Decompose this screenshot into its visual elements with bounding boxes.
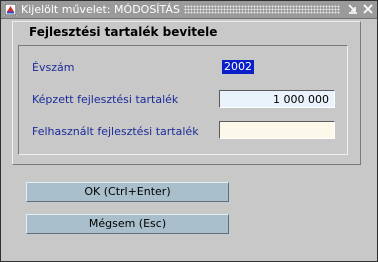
title-bar[interactable]: Kijelölt művelet: MÓDOSÍTÁS <box>1 1 377 19</box>
window-title: Kijelölt művelet: MÓDOSÍTÁS <box>21 3 180 16</box>
ok-button[interactable]: OK (Ctrl+Enter) <box>26 182 229 202</box>
used-reserve-label: Felhasznált fejlesztési tartalék <box>32 125 199 138</box>
cancel-button[interactable]: Mégsem (Esc) <box>26 214 229 234</box>
form-heading: Fejlesztési tartalék bevitele <box>29 25 218 39</box>
generated-reserve-input[interactable]: 1 000 000 <box>219 90 335 108</box>
dialog-window: Kijelölt művelet: MÓDOSÍTÁS Fejlesztési … <box>0 0 378 262</box>
used-reserve-input[interactable] <box>219 121 335 139</box>
app-icon <box>4 3 17 16</box>
title-bar-grip <box>184 5 340 14</box>
year-input[interactable]: 2002 <box>222 60 254 74</box>
minimize-icon[interactable] <box>346 2 360 16</box>
generated-reserve-label: Képzett fejlesztési tartalék <box>32 93 179 106</box>
year-label: Évszám <box>32 61 75 74</box>
close-icon[interactable] <box>361 2 375 16</box>
